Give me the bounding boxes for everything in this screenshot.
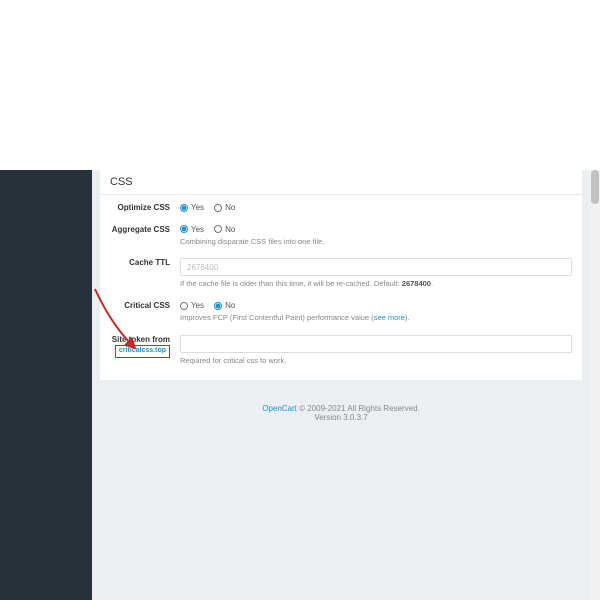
version-text: Version 3.0.3.7 xyxy=(92,413,590,422)
optimize-css-no-radio[interactable] xyxy=(214,204,222,212)
scrollbar[interactable] xyxy=(590,170,600,600)
site-token-input[interactable] xyxy=(180,335,572,353)
scrollbar-thumb[interactable] xyxy=(591,170,599,204)
critical-css-no-radio[interactable] xyxy=(214,302,222,310)
optimize-css-yes-radio[interactable] xyxy=(180,204,188,212)
site-token-hint: Required for critical css to work. xyxy=(180,356,572,366)
aggregate-css-no-radio[interactable] xyxy=(214,225,222,233)
label-aggregate-css: Aggregate CSS xyxy=(110,225,180,235)
optimize-css-no-label: No xyxy=(225,203,235,212)
aggregate-css-no-label: No xyxy=(225,225,235,234)
row-aggregate-css: Aggregate CSS Yes No Comb xyxy=(110,225,572,247)
main-content: CSS Optimize CSS Yes No xyxy=(92,170,590,600)
admin-sidebar xyxy=(0,170,92,600)
see-more-link[interactable]: see more xyxy=(374,313,405,322)
cache-ttl-hint: If the cache file is older than this tim… xyxy=(180,279,572,289)
row-critical-css: Critical CSS Yes No xyxy=(110,301,572,323)
panel-title: CSS xyxy=(100,170,582,195)
label-critical-css: Critical CSS xyxy=(110,301,180,311)
aggregate-css-hint: Combining disparate CSS files into one f… xyxy=(180,237,572,247)
critical-css-yes-label: Yes xyxy=(191,301,204,310)
footer: OpenCart © 2009-2021 All Rights Reserved… xyxy=(92,390,590,442)
row-cache-ttl: Cache TTL If the cache file is older tha… xyxy=(110,258,572,289)
aggregate-css-yes-radio[interactable] xyxy=(180,225,188,233)
cache-ttl-input[interactable] xyxy=(180,258,572,276)
criticalcss-link[interactable]: criticalcss.top xyxy=(115,345,170,357)
row-site-token: Site token from criticalcss.top Required… xyxy=(110,335,572,366)
label-site-token: Site token from criticalcss.top xyxy=(110,335,180,358)
row-optimize-css: Optimize CSS Yes No xyxy=(110,203,572,213)
css-panel: CSS Optimize CSS Yes No xyxy=(100,170,582,380)
label-optimize-css: Optimize CSS xyxy=(110,203,180,213)
label-cache-ttl: Cache TTL xyxy=(110,258,180,268)
critical-css-yes-radio[interactable] xyxy=(180,302,188,310)
aggregate-css-yes-label: Yes xyxy=(191,225,204,234)
optimize-css-yes-label: Yes xyxy=(191,203,204,212)
critical-css-hint: Improves FCP (First Contentful Paint) pe… xyxy=(180,313,572,323)
opencart-link[interactable]: OpenCart xyxy=(262,404,297,413)
critical-css-no-label: No xyxy=(225,301,235,310)
